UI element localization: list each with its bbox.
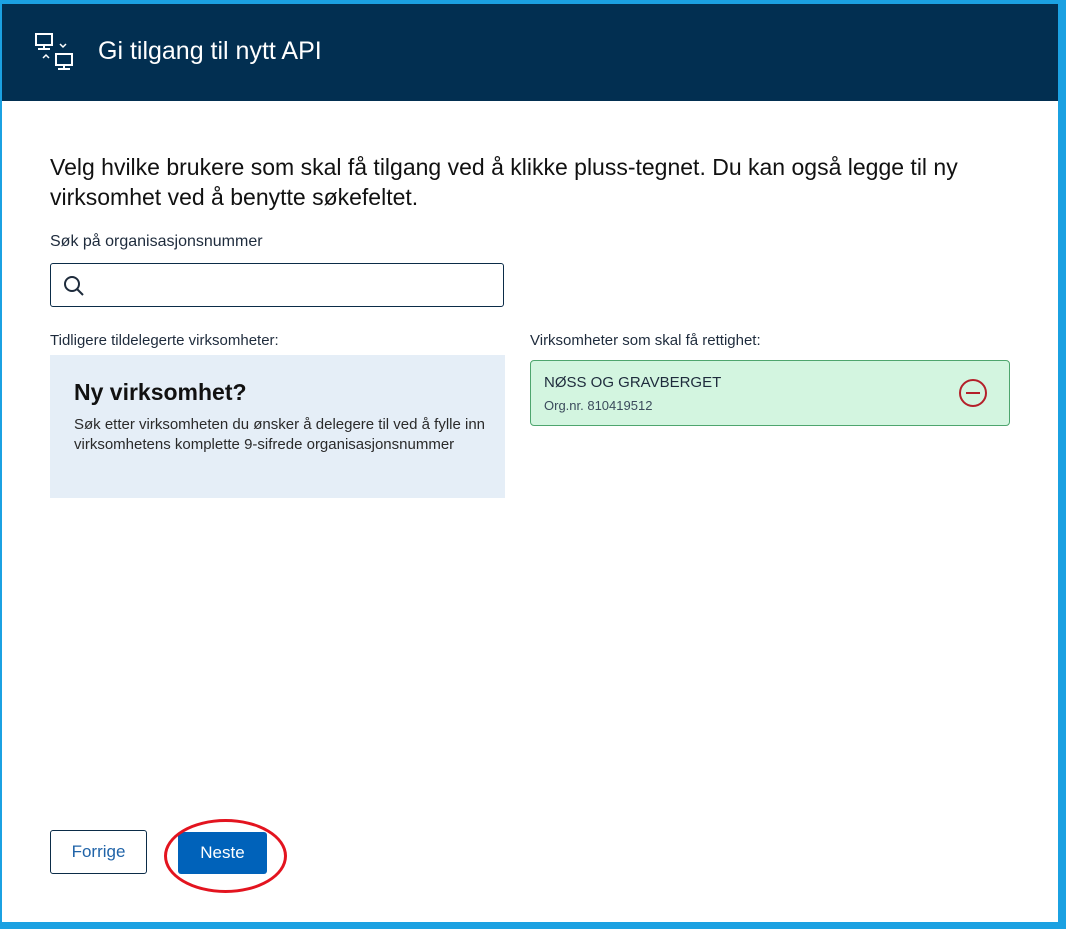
- org-number: Org.nr. 810419512: [544, 398, 653, 413]
- modal-header: Gi tilgang til nytt API: [2, 4, 1058, 101]
- previous-button[interactable]: Forrige: [50, 830, 147, 874]
- api-delegation-icon: [35, 33, 73, 70]
- selected-orgs-label: Virksomheter som skal få rettighet:: [530, 332, 761, 349]
- org-name: NØSS OG GRAVBERGET: [544, 374, 722, 391]
- search-input[interactable]: [93, 265, 497, 305]
- search-field[interactable]: [50, 263, 504, 307]
- search-label: Søk på organisasjonsnummer: [50, 233, 263, 250]
- search-icon: [64, 276, 84, 296]
- remove-circle-icon[interactable]: [957, 377, 989, 409]
- info-title: Ny virksomhet?: [74, 379, 247, 405]
- modal-title: Gi tilgang til nytt API: [98, 37, 322, 65]
- delegation-modal: Gi tilgang til nytt API Velg hvilke bruk…: [2, 4, 1058, 922]
- intro-text: Velg hvilke brukere som skal få tilgang …: [50, 154, 958, 210]
- selected-org-card: NØSS OG GRAVBERGET Org.nr. 810419512: [530, 360, 1010, 426]
- new-org-info-panel: Ny virksomhet? Søk etter virksomheten du…: [50, 355, 505, 498]
- previous-orgs-label: Tidligere tildelegerte virksomheter:: [50, 332, 279, 349]
- next-button[interactable]: Neste: [178, 832, 267, 874]
- info-text: Søk etter virksomheten du ønsker å deleg…: [74, 416, 486, 453]
